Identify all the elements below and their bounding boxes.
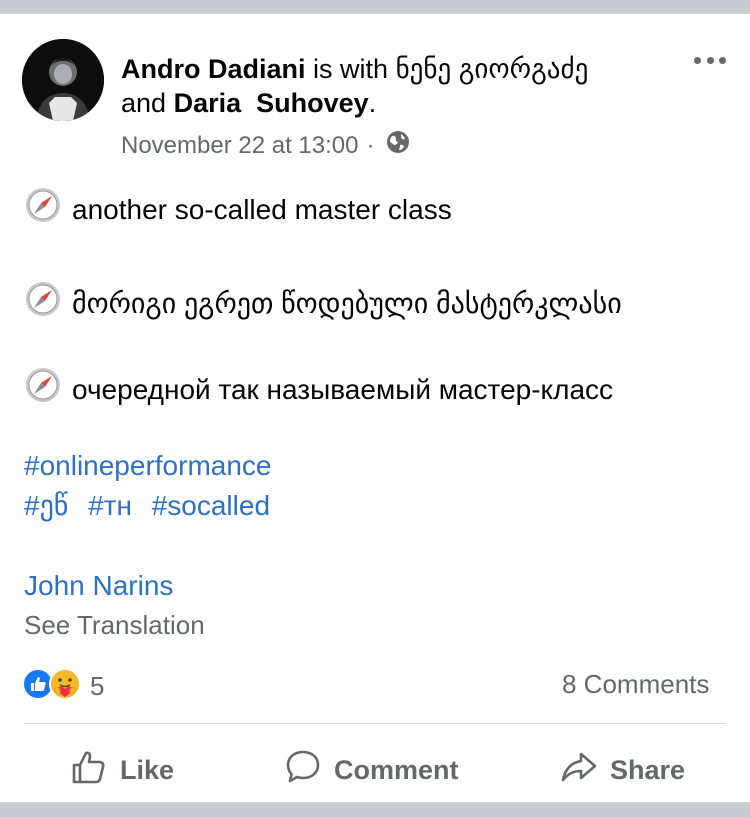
like-button[interactable]: Like (70, 748, 174, 793)
compass-icon (24, 280, 62, 327)
hashtag[interactable]: #ეწ (24, 490, 68, 521)
compass-icon (24, 366, 62, 413)
comment-label: Comment (334, 755, 459, 785)
header-period: . (368, 88, 377, 118)
post-text-russian: очередной так называемый мастер-класс (72, 373, 614, 405)
comments-count-link[interactable]: 8 Comments (562, 669, 709, 700)
author-name[interactable]: Andro Dadiani (121, 54, 306, 84)
compass-icon (24, 186, 62, 233)
thumbs-up-icon (70, 748, 108, 793)
post-text-line: another so-called master class (24, 186, 452, 233)
tagged-user-1[interactable]: ნენე გიორგაძე (396, 54, 589, 84)
more-dot (694, 56, 701, 64)
divider (24, 723, 726, 724)
hashtag[interactable]: #socalled (152, 490, 270, 521)
like-label: Like (120, 755, 175, 785)
comment-button[interactable]: Comment (284, 748, 459, 793)
tagged-user-2[interactable]: Daria Suhovey (174, 88, 369, 118)
care-reaction-icon (48, 667, 82, 706)
post-text-georgian: მორიგი ეგრეთ წოდებული მასტერკლასი (72, 287, 622, 319)
post-header-line-1: Andro Dadiani is with ნენე გიორგაძე (121, 52, 588, 86)
post-text-line: მორიგი ეგრეთ წოდებული მასტერკლასი (24, 280, 622, 327)
comment-bubble-icon (284, 748, 322, 793)
more-dot (706, 56, 714, 64)
avatar[interactable] (22, 39, 104, 121)
see-translation-link[interactable]: See Translation (24, 610, 205, 641)
reactions-summary[interactable]: 5 (22, 667, 104, 706)
post-header-line-2: and Daria Suhovey. (121, 86, 376, 120)
globe-icon (386, 130, 410, 162)
share-arrow-icon (560, 748, 598, 793)
hashtag-row: #ეწ #тн #socalled (24, 488, 282, 524)
with-text: is with (313, 54, 389, 84)
post-text-english: another so-called master class (72, 193, 452, 225)
share-button[interactable]: Share (560, 748, 685, 793)
and-text: and (121, 88, 167, 118)
more-dot (719, 56, 726, 64)
share-label: Share (610, 755, 686, 785)
meta-separator: · (366, 132, 375, 159)
mentioned-user[interactable]: John Narins (24, 570, 173, 601)
hashtag[interactable]: #onlineperformance (24, 450, 272, 481)
mention-link[interactable]: John Narins (24, 568, 185, 604)
post-card: Andro Dadiani is with ნენე გიორგაძე and … (0, 14, 750, 802)
post-text-line: очередной так называемый мастер-класс (24, 366, 613, 413)
post-meta: November 22 at 13:00 · (121, 130, 410, 162)
more-options-button[interactable] (690, 50, 730, 70)
reaction-count: 5 (90, 671, 105, 701)
hashtag-row: #onlineperformance (24, 448, 284, 484)
timestamp[interactable]: November 22 at 13:00 (121, 131, 358, 161)
hashtag[interactable]: #тн (88, 490, 132, 521)
